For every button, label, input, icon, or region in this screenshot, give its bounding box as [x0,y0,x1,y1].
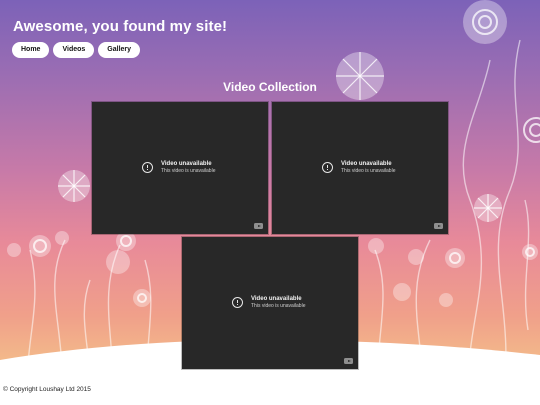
youtube-icon[interactable] [254,223,263,229]
warning-icon [232,297,243,308]
nav-videos-button[interactable]: Videos [53,42,95,58]
youtube-icon[interactable] [434,223,443,229]
video-player-2[interactable]: Video unavailable This video is unavaila… [272,102,448,234]
video-title: Video unavailable [251,296,302,302]
video-error-message: Video unavailable This video is unavaila… [322,160,395,175]
nav-home-button[interactable]: Home [12,42,50,58]
page-background: Awesome, you found my site! Home Videos … [0,0,540,405]
video-title: Video unavailable [341,161,392,167]
video-title: Video unavailable [161,161,212,167]
video-player-1[interactable]: Video unavailable This video is unavaila… [92,102,268,234]
video-error-message: Video unavailable This video is unavaila… [232,295,305,310]
nav-gallery-button[interactable]: Gallery [98,42,141,58]
footer: © Copyright Loushay Ltd 2015 [0,370,540,405]
warning-icon [142,162,153,173]
youtube-icon[interactable] [344,358,353,364]
main-navigation: Home Videos Gallery [12,42,141,58]
video-subtitle: This video is unavailable [161,168,216,174]
copyright-text: © Copyright Loushay Ltd 2015 [3,386,91,393]
video-subtitle: This video is unavailable [251,303,306,309]
site-title: Awesome, you found my site! [13,18,228,35]
video-error-message: Video unavailable This video is unavaila… [142,160,215,175]
section-heading: Video Collection [223,80,317,94]
video-subtitle: This video is unavailable [341,168,396,174]
warning-icon [322,162,333,173]
video-player-3[interactable]: Video unavailable This video is unavaila… [182,237,358,369]
